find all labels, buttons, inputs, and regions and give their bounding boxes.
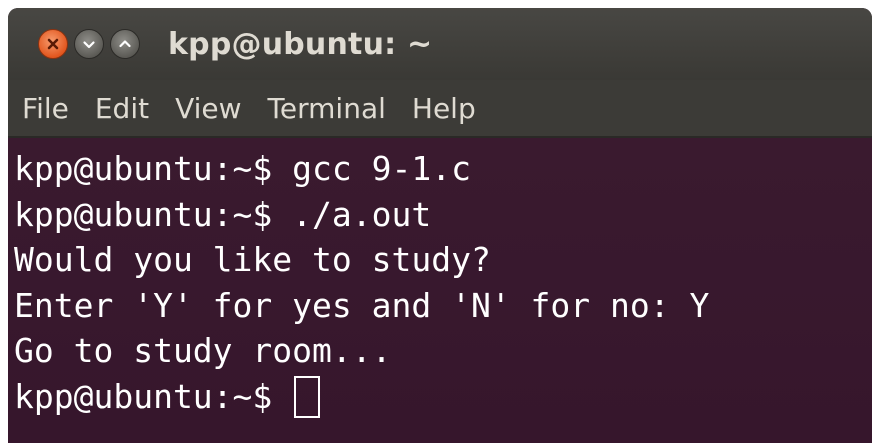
terminal-prompt: kpp@ubuntu:~$ [14, 376, 293, 416]
window-title: kpp@ubuntu: ~ [168, 26, 433, 62]
menu-item-terminal[interactable]: Terminal [268, 92, 386, 125]
text-cursor [294, 375, 321, 418]
menu-item-file[interactable]: File [22, 92, 69, 125]
terminal-line: Enter 'Y' for yes and 'N' for no: Y [14, 285, 710, 325]
terminal-output[interactable]: kpp@ubuntu:~$ gcc 9-1.c kpp@ubuntu:~$ ./… [8, 138, 872, 443]
maximize-button[interactable] [110, 29, 140, 59]
terminal-line: kpp@ubuntu:~$ ./a.out [14, 194, 432, 234]
close-button[interactable] [38, 29, 68, 59]
title-bar[interactable]: kpp@ubuntu: ~ [8, 8, 872, 80]
terminal-line: Go to study room... [14, 331, 392, 370]
menu-item-view[interactable]: View [175, 92, 241, 125]
minimize-button[interactable] [74, 29, 104, 59]
menu-item-edit[interactable]: Edit [95, 92, 149, 125]
menu-bar: File Edit View Terminal Help [8, 80, 872, 138]
close-icon [47, 38, 59, 50]
terminal-line: kpp@ubuntu:~$ gcc 9-1.c [14, 149, 471, 188]
minimize-icon [83, 41, 95, 49]
maximize-icon [119, 40, 131, 48]
terminal-window: kpp@ubuntu: ~ File Edit View Terminal He… [8, 8, 872, 443]
window-controls [38, 29, 140, 59]
terminal-line: Would you like to study? [14, 240, 491, 279]
menu-item-help[interactable]: Help [412, 92, 476, 125]
terminal-prompt-line: kpp@ubuntu:~$ [14, 374, 866, 420]
